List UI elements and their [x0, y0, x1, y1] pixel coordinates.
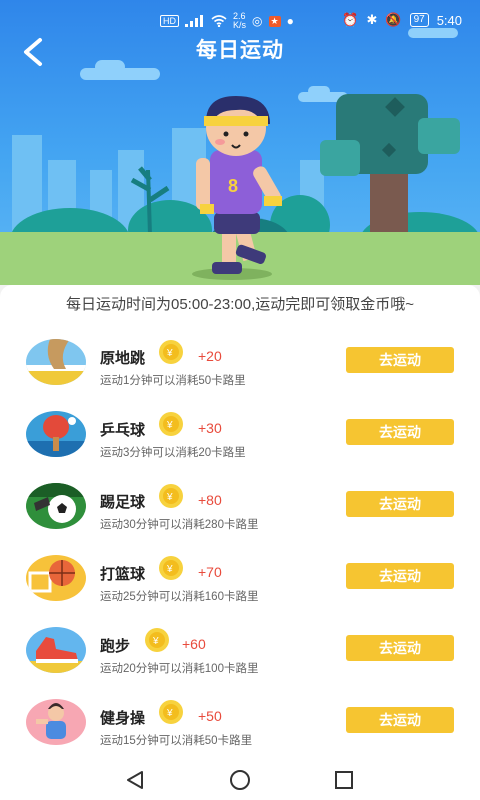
- list-item: 原地跳 ¥ +20 运动1分钟可以消耗50卡路里 去运动: [0, 339, 480, 411]
- coin-icon: ¥: [159, 700, 183, 724]
- svg-text:8: 8: [228, 176, 238, 196]
- activity-desc: 运动3分钟可以消耗20卡路里: [100, 447, 246, 459]
- activity-name: 打篮球: [100, 566, 146, 583]
- basketball-icon: [26, 555, 86, 601]
- activity-name: 乒乓球: [100, 422, 146, 439]
- reward-amount: +30: [198, 420, 222, 436]
- svg-text:¥: ¥: [166, 420, 173, 431]
- chat-icon: ●: [286, 14, 294, 28]
- system-nav-bar: [0, 760, 480, 800]
- coin-icon: ¥: [159, 412, 183, 436]
- nav-recents-icon[interactable]: [332, 768, 356, 792]
- coin-icon: ¥: [159, 340, 183, 364]
- activity-name: 踢足球: [100, 494, 146, 511]
- jump-rope-icon: [26, 339, 86, 385]
- svg-text:¥: ¥: [152, 636, 159, 647]
- wifi-icon: [211, 15, 227, 27]
- soccer-icon: [26, 483, 86, 529]
- reward-amount: +70: [198, 564, 222, 580]
- go-exercise-button[interactable]: 去运动: [346, 347, 454, 373]
- svg-text:¥: ¥: [166, 564, 173, 575]
- notice-text: 每日运动时间为05:00-23:00,运动完即可领取金币哦~: [66, 296, 414, 313]
- go-exercise-button[interactable]: 去运动: [346, 491, 454, 517]
- reward-amount: +60: [182, 636, 206, 652]
- reward-amount: +50: [198, 708, 222, 724]
- svg-text:¥: ¥: [166, 492, 173, 503]
- list-item: 乒乓球 ¥ +30 运动3分钟可以消耗20卡路里 去运动: [0, 411, 480, 483]
- go-exercise-button[interactable]: 去运动: [346, 419, 454, 445]
- coin-icon: ¥: [159, 556, 183, 580]
- status-left: HD 2.6 K/s ◎ ★ ●: [160, 12, 294, 30]
- activity-desc: 运动30分钟可以消耗280卡路里: [100, 519, 259, 531]
- aerobics-icon: [26, 699, 86, 745]
- activity-desc: 运动25分钟可以消耗160卡路里: [100, 591, 259, 603]
- alarm-icon: ⏰: [342, 12, 359, 27]
- bluetooth-icon: ✱: [366, 12, 378, 27]
- svg-text:¥: ¥: [166, 348, 173, 359]
- signal-icon: [185, 15, 203, 27]
- mute-icon: 🔕: [385, 12, 402, 27]
- list-item: 踢足球 ¥ +80 运动30分钟可以消耗280卡路里 去运动: [0, 483, 480, 555]
- activity-name: 健身操: [100, 710, 146, 727]
- battery-icon: 97: [409, 13, 429, 27]
- nav-home-icon[interactable]: [228, 768, 252, 792]
- list-item: 打篮球 ¥ +70 运动25分钟可以消耗160卡路里 去运动: [0, 555, 480, 627]
- activity-name: 原地跳: [100, 350, 146, 367]
- go-exercise-button[interactable]: 去运动: [346, 635, 454, 661]
- activity-name: 跑步: [100, 638, 131, 655]
- nav-back-icon[interactable]: [124, 768, 148, 792]
- coin-icon: ¥: [145, 628, 169, 652]
- activity-desc: 运动20分钟可以消耗100卡路里: [100, 663, 259, 675]
- svg-text:¥: ¥: [166, 708, 173, 719]
- status-right: ⏰ ✱ 🔕 97 5:40: [342, 12, 462, 28]
- app-notification-icon: ◎: [252, 14, 263, 28]
- reward-amount: +80: [198, 492, 222, 508]
- activity-card: 每日运动时间为05:00-23:00,运动完即可领取金币哦~ 原地跳 ¥ +20…: [0, 285, 480, 760]
- go-exercise-button[interactable]: 去运动: [346, 707, 454, 733]
- reward-amount: +20: [198, 348, 222, 364]
- ping-pong-icon: [26, 411, 86, 457]
- activity-desc: 运动1分钟可以消耗50卡路里: [100, 375, 246, 387]
- coin-icon: ¥: [159, 484, 183, 508]
- network-label: HD: [160, 15, 179, 27]
- speed-label: 2.6 K/s: [233, 11, 247, 30]
- clock: 5:40: [436, 12, 462, 28]
- app-notification-icon-2: ★: [268, 15, 281, 27]
- go-exercise-button[interactable]: 去运动: [346, 563, 454, 589]
- list-item: 跑步 ¥ +60 运动20分钟可以消耗100卡路里 去运动: [0, 627, 480, 699]
- page-title: 每日运动: [196, 39, 284, 62]
- activity-desc: 运动15分钟可以消耗50卡路里: [100, 735, 253, 747]
- running-shoe-icon: [26, 627, 86, 673]
- hero-banner: 8 HD 2.6 K/s ◎ ★ ● ⏰ ✱ 🔕 97 5:40 每日运动: [0, 0, 480, 285]
